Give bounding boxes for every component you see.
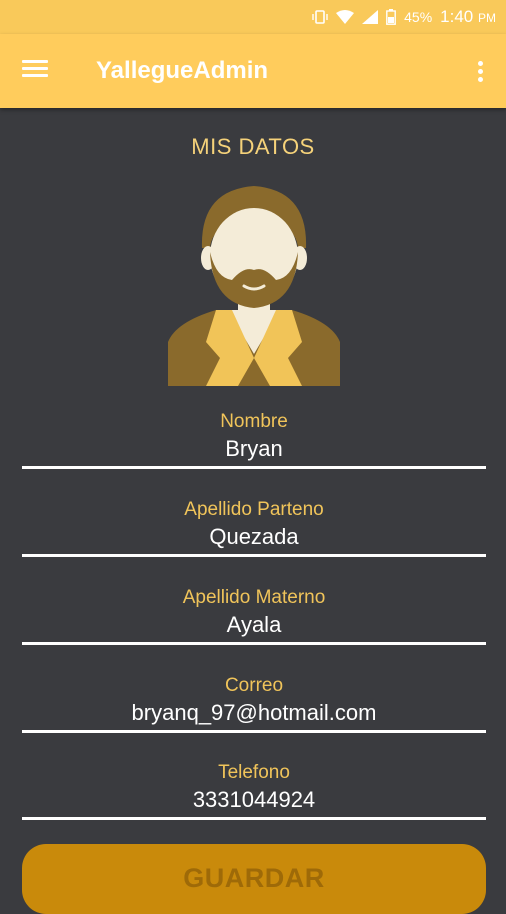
more-vertical-icon[interactable] <box>470 58 490 86</box>
field-nombre: Nombre <box>22 410 486 469</box>
menu-icon[interactable] <box>22 56 52 86</box>
apellido-parteno-label: Apellido Parteno <box>184 499 324 520</box>
app-title: YallegueAdmin <box>96 57 269 84</box>
field-apellido-parteno: Apellido Parteno <box>22 498 486 557</box>
correo-underline <box>22 730 486 733</box>
field-telefono: Telefono <box>22 761 486 820</box>
user-avatar-icon <box>166 182 342 386</box>
battery-icon <box>386 9 397 25</box>
telefono-input[interactable] <box>22 785 486 815</box>
status-clock: 1:40 PM <box>440 7 496 27</box>
apellido-parteno-input[interactable] <box>22 522 486 552</box>
nombre-underline <box>22 466 486 469</box>
page-title: MIS DATOS <box>191 134 315 159</box>
signal-icon <box>362 10 379 24</box>
field-correo: Correo <box>22 674 486 733</box>
vibrate-icon <box>312 9 328 25</box>
nombre-input[interactable] <box>22 434 486 464</box>
save-button[interactable]: GUARDAR <box>22 844 486 914</box>
apellido-parteno-underline <box>22 554 486 557</box>
apellido-materno-input[interactable] <box>22 610 486 640</box>
correo-label: Correo <box>224 675 284 696</box>
field-apellido-materno: Apellido Materno <box>22 586 486 645</box>
telefono-label: Telefono <box>218 762 290 783</box>
status-bar: 45% 1:40 PM <box>0 0 506 34</box>
clock-suffix: PM <box>478 11 496 25</box>
clock-time: 1:40 <box>440 7 474 26</box>
app-bar: YallegueAdmin <box>0 34 506 108</box>
apellido-materno-label: Apellido Materno <box>182 587 326 608</box>
apellido-materno-underline <box>22 642 486 645</box>
nombre-label: Nombre <box>220 411 288 432</box>
battery-percent: 45% <box>404 9 433 25</box>
wifi-icon <box>336 10 355 24</box>
telefono-underline <box>22 817 486 820</box>
correo-input[interactable] <box>22 698 486 728</box>
